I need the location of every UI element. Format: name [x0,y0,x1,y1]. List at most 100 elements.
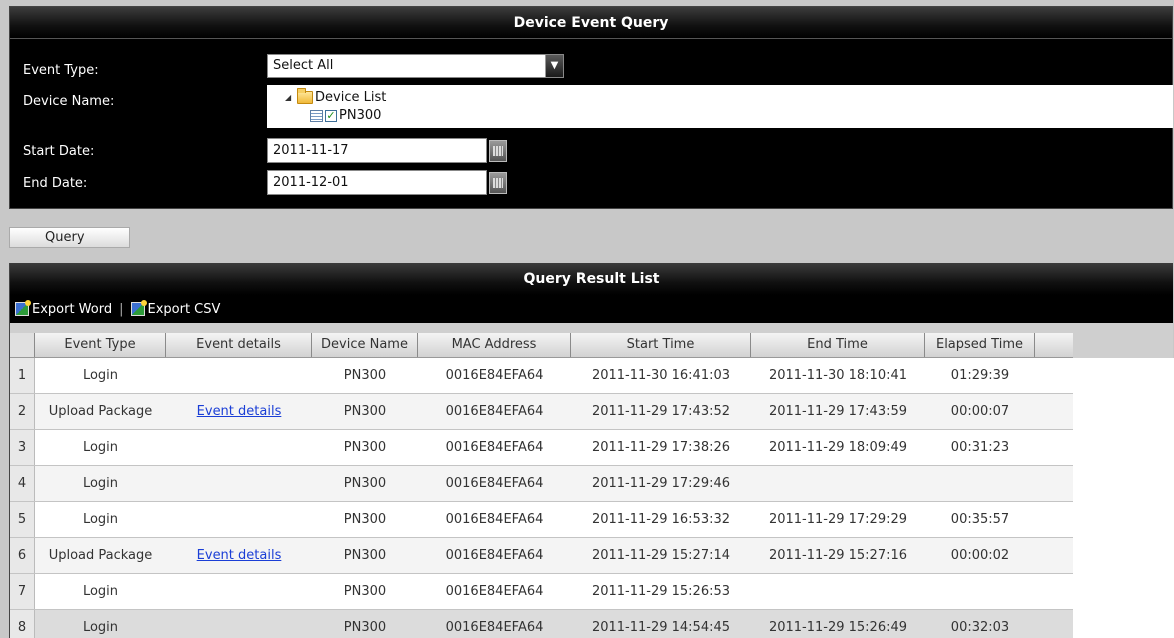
row-number: 5 [10,502,35,537]
cell-start-time: 2011-11-29 17:43:52 [591,404,731,419]
export-word-button[interactable]: Export Word [15,300,113,317]
cell-elapsed-time: 00:35:57 [950,512,1010,527]
cell-start-time: 2011-11-29 16:53:32 [591,512,731,527]
column-header-device-name[interactable]: Device Name [312,333,418,357]
cell-end-time: 2011-11-29 17:43:59 [768,404,908,419]
export-toolbar: Export Word | Export CSV [10,295,1173,323]
cell-elapsed-time: 01:29:39 [950,368,1010,383]
cell-device-name: PN300 [343,476,387,491]
cell-device-name: PN300 [343,440,387,455]
cell-device-name: PN300 [343,368,387,383]
cell-event-type: Upload Package [48,404,153,419]
column-header-event-details[interactable]: Event details [166,333,312,357]
cell-elapsed-time: 00:32:03 [950,620,1010,635]
event-type-select[interactable]: Select All ▼ [267,54,564,78]
end-date-label: End Date: [23,176,88,191]
column-header-elapsed-time[interactable]: Elapsed Time [925,333,1035,357]
start-date-calendar-icon[interactable] [489,140,507,162]
cell-end-time: 2011-11-29 18:09:49 [768,440,908,455]
column-header-event-type[interactable]: Event Type [35,333,166,357]
cell-start-time: 2011-11-29 17:29:46 [591,476,731,491]
cell-mac-address: 0016E84EFA64 [445,548,544,563]
query-button[interactable]: Query [9,227,130,248]
cell-start-time: 2011-11-29 17:38:26 [591,440,731,455]
chevron-down-icon[interactable]: ▼ [545,55,563,77]
row-number: 3 [10,430,35,465]
export-csv-label: Export CSV [147,301,221,317]
export-word-icon [15,300,31,316]
cell-event-type: Login [82,512,119,527]
export-separator: | [119,301,124,317]
cell-device-name: PN300 [343,584,387,599]
cell-start-time: 2011-11-29 15:26:53 [591,584,731,599]
cell-end-time: 2011-11-29 15:26:49 [768,620,908,635]
column-header-end-time[interactable]: End Time [751,333,925,357]
end-date-calendar-icon[interactable] [489,172,507,194]
query-panel-title: Device Event Query [10,7,1172,39]
table-row[interactable]: 7 Login PN300 0016E84EFA64 2011-11-29 15… [10,574,1073,610]
cell-device-name: PN300 [343,512,387,527]
export-word-label: Export Word [32,301,113,317]
cell-mac-address: 0016E84EFA64 [445,512,544,527]
table-empty-area [1073,358,1174,638]
tree-node-pn300[interactable]: ✓ PN300 [310,108,381,123]
folder-icon [297,88,313,104]
cell-mac-address: 0016E84EFA64 [445,476,544,491]
cell-event-type: Login [82,368,119,383]
end-date-input[interactable]: 2011-12-01 [267,170,487,195]
cell-start-time: 2011-11-30 16:41:03 [591,368,731,383]
table-row[interactable]: 3 Login PN300 0016E84EFA64 2011-11-29 17… [10,430,1073,466]
cell-mac-address: 0016E84EFA64 [445,584,544,599]
row-number: 2 [10,394,35,429]
row-number: 4 [10,466,35,501]
event-details-link[interactable]: Event details [197,404,282,419]
start-date-label: Start Date: [23,144,95,159]
table-header: Event Type Event details Device Name MAC… [10,333,1073,358]
row-number: 6 [10,538,35,573]
pn300-checkbox[interactable]: ✓ [325,109,337,122]
row-number: 1 [10,358,35,393]
row-number: 7 [10,574,35,609]
event-details-link[interactable]: Event details [197,548,282,563]
cell-mac-address: 0016E84EFA64 [445,620,544,635]
tree-expand-icon[interactable]: ◢ [285,93,295,102]
results-table-body: 1 Login PN300 0016E84EFA64 2011-11-30 16… [10,358,1073,638]
table-row[interactable]: 2 Upload Package Event details PN300 001… [10,394,1073,430]
cell-end-time: 2011-11-30 18:10:41 [768,368,908,383]
tree-child-label: PN300 [339,108,382,123]
cell-event-type: Login [82,476,119,491]
device-event-query-panel: Device Event Query Event Type: Select Al… [9,6,1173,209]
cell-event-details: Event details [166,548,312,563]
cell-mac-address: 0016E84EFA64 [445,404,544,419]
tree-node-device-list[interactable]: ◢ Device List [285,88,387,105]
column-header-mac-address[interactable]: MAC Address [418,333,571,357]
table-row[interactable]: 4 Login PN300 0016E84EFA64 2011-11-29 17… [10,466,1073,502]
event-type-label: Event Type: [23,63,99,78]
cell-device-name: PN300 [343,548,387,563]
cell-elapsed-time: 00:00:07 [950,404,1010,419]
event-type-selected-value: Select All [273,58,334,73]
device-name-label: Device Name: [23,94,115,109]
export-csv-button[interactable]: Export CSV [130,300,221,317]
table-row-selected[interactable]: 8 Login PN300 0016E84EFA64 2011-11-29 14… [10,610,1073,638]
row-number: 8 [10,610,35,638]
export-csv-icon [130,300,147,316]
cell-end-time: 2011-11-29 17:29:29 [768,512,908,527]
cell-end-time: 2011-11-29 15:27:16 [768,548,908,563]
cell-mac-address: 0016E84EFA64 [445,440,544,455]
column-header-start-time[interactable]: Start Time [571,333,751,357]
start-date-input[interactable]: 2011-11-17 [267,138,487,163]
cell-event-details: Event details [166,404,312,419]
cell-mac-address: 0016E84EFA64 [445,368,544,383]
table-row[interactable]: 6 Upload Package Event details PN300 001… [10,538,1073,574]
table-row[interactable]: 1 Login PN300 0016E84EFA64 2011-11-30 16… [10,358,1073,394]
cell-start-time: 2011-11-29 15:27:14 [591,548,731,563]
device-tree: ◢ Device List ✓ PN300 [267,85,1173,128]
cell-event-type: Login [82,620,119,635]
tree-root-label: Device List [315,90,387,105]
results-title: Query Result List [10,263,1173,295]
cell-event-type: Upload Package [48,548,153,563]
cell-event-type: Login [82,440,119,455]
cell-device-name: PN300 [343,404,387,419]
table-row[interactable]: 5 Login PN300 0016E84EFA64 2011-11-29 16… [10,502,1073,538]
